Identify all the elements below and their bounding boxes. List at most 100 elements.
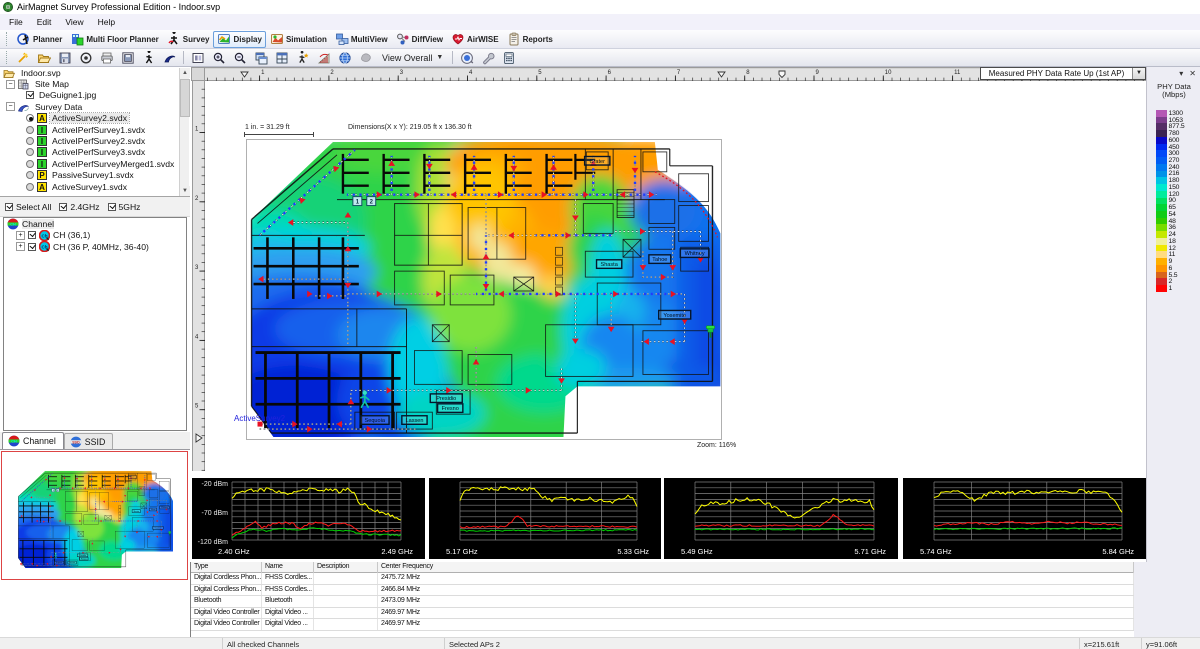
survey-radio[interactable]	[26, 183, 34, 191]
reports-button[interactable]: Reports	[503, 31, 557, 48]
expand-icon[interactable]: +	[16, 231, 25, 240]
zoom-out-button[interactable]	[229, 50, 250, 66]
scroll-down-icon[interactable]: ▼	[180, 186, 190, 196]
zoom-in-button[interactable]	[208, 50, 229, 66]
tree-item[interactable]: −Survey Data	[0, 101, 190, 112]
floorplan-thumbnail-panel[interactable]	[1, 451, 188, 580]
close-icon[interactable]: ✕	[1189, 69, 1196, 78]
column-header-description[interactable]: Description	[314, 562, 378, 573]
tree-item[interactable]: IActiveIPerfSurveyMerged1.svdx	[0, 158, 190, 169]
view-mode-dropdown[interactable]: View Overall▼	[378, 50, 447, 65]
checkbox-icon[interactable]	[59, 203, 67, 211]
channel-item[interactable]: + Ch CH (36,1)	[4, 230, 186, 242]
spectrum-chart-2[interactable]: 5.17 GHz5.33 GHz	[429, 478, 661, 559]
device-row[interactable]: Digital Cordless Phon...FHSS Cordles...2…	[191, 573, 1134, 585]
menu-file[interactable]: File	[2, 15, 30, 29]
tree-item[interactable]: PPassiveSurvey1.svdx	[0, 170, 190, 181]
layer-checkbox[interactable]	[26, 91, 34, 99]
survey-radio[interactable]	[26, 148, 34, 156]
spectrum-chart-3[interactable]: 5.49 GHz5.71 GHz	[664, 478, 898, 559]
scroll-up-icon[interactable]: ▲	[180, 68, 190, 78]
tab-channel[interactable]: CHChannel	[2, 432, 64, 449]
column-header-name[interactable]: Name	[262, 562, 314, 573]
simulate-walk-button[interactable]	[292, 50, 313, 66]
survey-radio[interactable]	[26, 126, 34, 134]
survey-swoosh-button[interactable]	[159, 50, 180, 66]
signal-meter-button[interactable]	[313, 50, 334, 66]
tree-item[interactable]: IActiveIPerfSurvey3.svdx	[0, 147, 190, 158]
device-row[interactable]: Digital Video ControllerDigital Video ..…	[191, 608, 1134, 620]
window-cascade-button[interactable]	[250, 50, 271, 66]
device-row[interactable]: Digital Cordless Phon...FHSS Cordles...2…	[191, 585, 1134, 597]
visualization-dropdown[interactable]: Measured PHY Data Rate Up (1st AP) ▼	[980, 67, 1146, 80]
checkbox-icon[interactable]	[5, 203, 13, 211]
tree-item[interactable]: DeGuigne1.jpg	[0, 90, 190, 101]
display-button[interactable]: Display	[213, 31, 265, 48]
multi-floor-planner-button[interactable]: Multi Floor Planner	[66, 31, 162, 48]
tree-item[interactable]: Indoor.svp	[0, 67, 190, 78]
compass-help-button[interactable]	[456, 50, 477, 66]
tree-item[interactable]: AActiveSurvey1.svdx	[0, 181, 190, 192]
tools-wrench-button[interactable]	[477, 50, 498, 66]
export-image-button[interactable]	[117, 50, 138, 66]
channel-checkbox[interactable]	[28, 243, 36, 251]
filter-2-4ghz[interactable]: 2.4GHz	[59, 202, 99, 212]
filter-select-all[interactable]: Select All	[5, 202, 51, 212]
page-layout-button[interactable]	[187, 50, 208, 66]
walkabout-button[interactable]	[138, 50, 159, 66]
menu-help[interactable]: Help	[91, 15, 122, 29]
floorplan-thumbnail[interactable]	[17, 470, 173, 569]
survey-button[interactable]: Survey	[163, 31, 214, 48]
spectrum-chart-4[interactable]: 5.74 GHz5.84 GHz	[903, 478, 1146, 559]
tree-scrollbar[interactable]: ▲ ▼	[179, 68, 189, 196]
collapse-icon[interactable]: −	[6, 80, 15, 89]
pin-menu-icon[interactable]: ▾	[1179, 69, 1183, 78]
tree-item[interactable]: IActiveIPerfSurvey1.svdx	[0, 124, 190, 135]
column-header-type[interactable]: Type	[191, 562, 262, 573]
checkbox-icon[interactable]	[108, 203, 116, 211]
spectrum-chart-1[interactable]: -20 dBm-70 dBm-120 dBm2.40 GHz2.49 GHz	[192, 478, 425, 559]
tree-item[interactable]: IActiveIPerfSurvey2.svdx	[0, 135, 190, 146]
tree-item[interactable]: −Site Map	[0, 78, 190, 89]
multiview-button[interactable]: MultiView	[331, 31, 392, 48]
survey-radio[interactable]	[26, 171, 34, 179]
window-tile-button[interactable]	[271, 50, 292, 66]
simulation-icon	[270, 32, 284, 46]
device-cell: Digital Video Controller	[191, 608, 262, 619]
channel-item[interactable]: + Ch CH (36 P, 40MHz, 36-40)	[4, 241, 186, 253]
record-target-button[interactable]	[75, 50, 96, 66]
new-project-button[interactable]	[12, 50, 33, 66]
channel-root[interactable]: CHChannel	[4, 218, 186, 230]
calculator-button[interactable]	[498, 50, 519, 66]
menu-view[interactable]: View	[58, 15, 90, 29]
shape-disabled-button[interactable]	[355, 50, 376, 66]
svg-text:CH: CH	[11, 440, 17, 444]
planner-button[interactable]: Planner	[13, 31, 66, 48]
simulation-button[interactable]: Simulation	[266, 31, 331, 48]
survey-radio[interactable]	[26, 160, 34, 168]
column-header-center-frequency[interactable]: Center Frequency	[378, 562, 1134, 573]
svg-text:Yosemite: Yosemite	[663, 313, 686, 319]
device-row[interactable]: BluetoothBluetooth2473.09 MHz	[191, 596, 1134, 608]
survey-radio[interactable]	[26, 137, 34, 145]
filter-5ghz[interactable]: 5GHz	[108, 202, 141, 212]
save-button[interactable]	[54, 50, 75, 66]
diffview-button[interactable]: DiffView	[392, 31, 447, 48]
menu-edit[interactable]: Edit	[30, 15, 59, 29]
scroll-thumb[interactable]	[180, 79, 190, 117]
dropdown-arrow-icon[interactable]: ▼	[1132, 68, 1145, 79]
expand-icon[interactable]: +	[16, 242, 25, 251]
device-row[interactable]: Digital Video ControllerDigital Video ..…	[191, 619, 1134, 631]
survey-radio[interactable]	[26, 114, 34, 122]
collapse-icon[interactable]: −	[6, 102, 15, 111]
print-button[interactable]	[96, 50, 117, 66]
channel-checkbox[interactable]	[28, 231, 36, 239]
shape-disabled-icon	[359, 51, 373, 65]
tab-ssid[interactable]: SSIDSSID	[64, 433, 114, 449]
airwise-button[interactable]: AirWISE	[447, 31, 503, 48]
open-folder-button[interactable]	[33, 50, 54, 66]
globe-button[interactable]	[334, 50, 355, 66]
map-canvas[interactable]: 1 in. = 31.29 ft Dimensions(X x Y): 219.…	[205, 81, 1146, 472]
tree-item[interactable]: AActiveSurvey2.svdx	[0, 113, 190, 124]
floorplan-heatmap[interactable]: 12 CraterTahoeWhitneyShastaYosemitePresi…	[246, 139, 722, 440]
